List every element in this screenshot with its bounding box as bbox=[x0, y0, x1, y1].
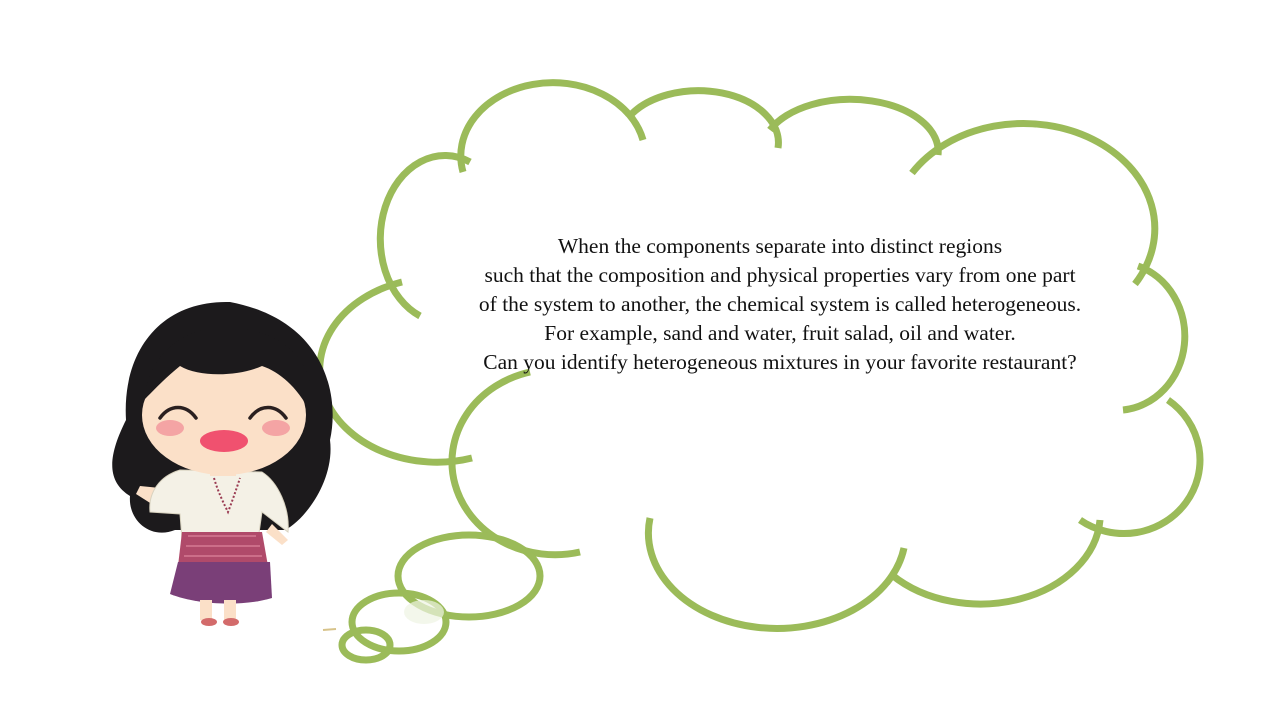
bubble-text-line-2: such that the composition and physical p… bbox=[484, 263, 1076, 287]
thought-bubble-text: When the components separate into distin… bbox=[420, 232, 1140, 377]
slide: When the components separate into distin… bbox=[0, 0, 1280, 720]
bubble-text-line-1: When the components separate into distin… bbox=[557, 234, 1003, 258]
cartoon-girl-illustration bbox=[112, 301, 333, 626]
bubble-text-line-5: Can you identify heterogeneous mixtures … bbox=[483, 350, 1077, 374]
bubble-text-line-4: For example, sand and water, fruit salad… bbox=[544, 321, 1016, 345]
bubble-text-line-3: of the system to another, the chemical s… bbox=[478, 292, 1082, 316]
